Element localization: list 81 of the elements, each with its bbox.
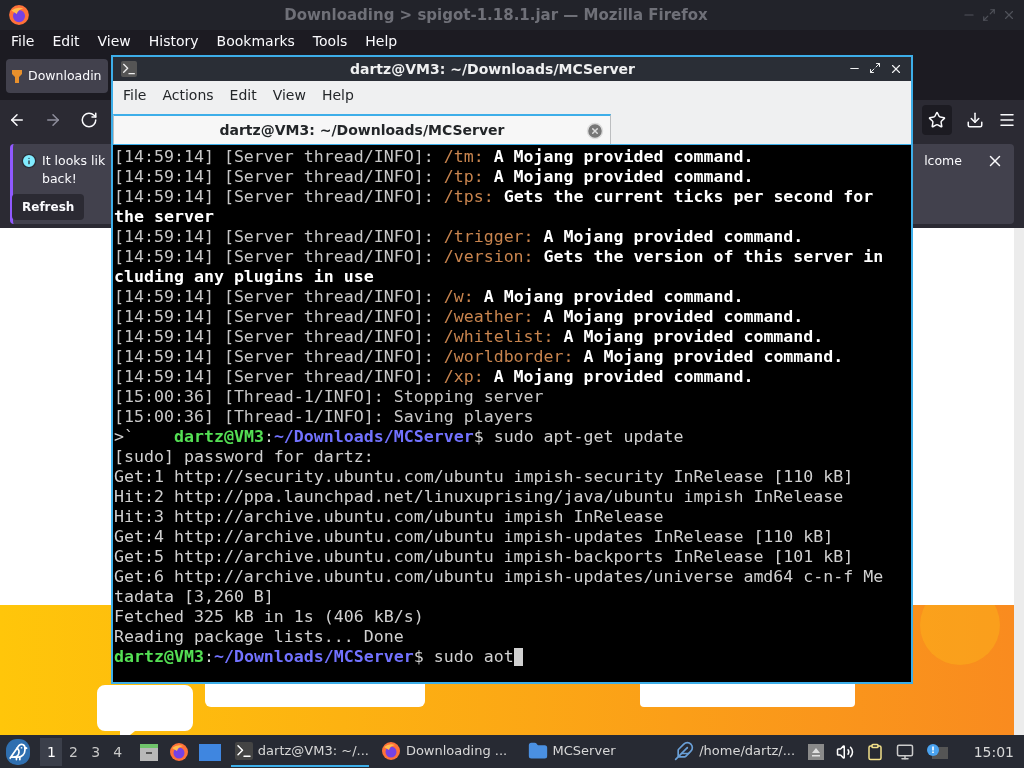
terminal-icon — [234, 741, 253, 760]
menu-item[interactable]: File — [115, 87, 155, 103]
clock: 15:01 — [973, 743, 1014, 760]
volume-icon[interactable] — [835, 742, 854, 761]
refresh-button[interactable]: Refresh — [12, 194, 85, 220]
menu-item[interactable]: Help — [356, 33, 407, 49]
terminal-line: Reading package lists... Done — [114, 627, 405, 647]
terminal-line: [14:59:14] [Server thread/INFO]: /tp: A Mojang provided command. — [114, 167, 755, 187]
notification-text: lcome — [924, 152, 962, 170]
window-icon[interactable] — [198, 741, 221, 762]
terminal-line: [14:59:14] [Server thread/INFO]: /tps: Gets the current ticks per second for — [114, 187, 875, 207]
terminal-icon — [121, 61, 137, 77]
terminal-line: dartz@VM3:~/Downloads/MCServer$ sudo aot — [114, 647, 911, 667]
terminal-line: [15:00:36] [Thread-1/INFO]: Saving players — [114, 407, 535, 427]
menu-item[interactable]: View — [88, 33, 140, 49]
terminal-line: [14:59:14] [Server thread/INFO]: /whitelist: A Mojang provided command. — [114, 327, 825, 347]
task-button[interactable]: MCServer — [523, 736, 663, 767]
terminal-line: cluding any plugins in use — [114, 267, 375, 287]
menu-item[interactable]: Actions — [154, 87, 222, 103]
terminal-line: [14:59:14] [Server thread/INFO]: /version: Gets the version of this server in — [114, 247, 885, 267]
task-button[interactable]: Downloading ... — [376, 736, 516, 767]
menu-item[interactable]: Help — [313, 87, 362, 103]
workspace-button[interactable]: 3 — [84, 737, 107, 766]
menu-item[interactable]: Bookmarks — [207, 33, 304, 49]
close-icon[interactable] — [889, 62, 903, 76]
menu-item[interactable]: Edit — [221, 87, 265, 103]
menu-item[interactable]: Tools — [303, 33, 357, 49]
terminal-line: >` dartz@VM3:~/Downloads/MCServer$ sudo apt-get update — [114, 427, 685, 447]
bookmark-button[interactable] — [922, 105, 952, 135]
terminal-line: tadata [3,260 B] — [114, 587, 275, 607]
menu-item[interactable]: Edit — [43, 33, 89, 49]
star-icon — [928, 111, 946, 129]
task-button[interactable]: dartz@VM3: ~/... — [230, 736, 369, 767]
notification-text: It looks lik — [42, 152, 106, 170]
terminal-line: Hit:3 http://archive.ubuntu.com/ubuntu impish InRelease — [114, 507, 665, 527]
terminal-line: [14:59:14] [Server thread/INFO]: /weather: A Mojang provided command. — [114, 307, 805, 327]
window-title: dartz@VM3: ~/Downloads/MCServer — [349, 61, 636, 77]
reload-icon[interactable] — [80, 111, 98, 129]
terminal-line: Fetched 325 kB in 1s (406 kB/s) — [114, 607, 425, 627]
terminal-line: [sudo] password for dartz: — [114, 447, 375, 467]
workspace-button[interactable]: 4 — [106, 737, 129, 766]
workspace-button[interactable]: 2 — [62, 737, 85, 766]
terminal-line: Get:6 http://archive.ubuntu.com/ubuntu impish-updates/universe amd64 c-n-f Me — [114, 567, 885, 587]
info-icon — [21, 153, 37, 169]
terminal-line: Get:4 http://archive.ubuntu.com/ubuntu impish-updates InRelease [110 kB] — [114, 527, 835, 547]
terminal-line: [14:59:14] [Server thread/INFO]: /tm: A Mojang provided command. — [114, 147, 755, 167]
workspace-button[interactable]: 1 — [40, 737, 63, 766]
clipboard-icon[interactable] — [865, 742, 884, 761]
back-icon[interactable] — [8, 111, 26, 129]
menu-icon[interactable] — [998, 111, 1016, 129]
terminal-line: [15:00:36] [Thread-1/INFO]: Stopping server — [114, 387, 545, 407]
terminal-line: [14:59:14] [Server thread/INFO]: /w: A Mojang provided command. — [114, 287, 745, 307]
terminal-line: Get:1 http://security.ubuntu.com/ubuntu impish-security InRelease [110 kB] — [114, 467, 855, 487]
terminal-tab[interactable]: dartz@VM3: ~/Downloads/MCServer — [113, 114, 611, 144]
terminal-line: Get:5 http://archive.ubuntu.com/ubuntu impish-backports InRelease [101 kB] — [114, 547, 855, 567]
download-icon[interactable] — [966, 111, 984, 129]
bird-icon[interactable] — [6, 738, 31, 765]
firefox-icon — [380, 740, 401, 761]
spigot-icon — [10, 68, 24, 84]
terminal-line: [14:59:14] [Server thread/INFO]: /worldborder: A Mojang provided command. — [114, 347, 845, 367]
task-button[interactable]: /home/dartz/... — [670, 736, 800, 767]
terminal-line: the server — [114, 207, 215, 227]
terminal-line: Hit:2 http://ppa.launchpad.net/linuxuprising/java/ubuntu impish InRelease — [114, 487, 845, 507]
menu-item[interactable]: File — [2, 33, 44, 49]
menu-item[interactable]: History — [139, 33, 208, 49]
eject-icon[interactable] — [807, 743, 824, 760]
firefox-icon — [168, 741, 189, 762]
browser-tab[interactable]: Downloadin — [6, 59, 108, 93]
terminal-line: [14:59:14] [Server thread/INFO]: /trigger: A Mojang provided command. — [114, 227, 805, 247]
firefox-icon — [8, 4, 30, 26]
notification-icon[interactable] — [925, 742, 948, 761]
menu-item[interactable]: View — [264, 87, 314, 103]
notification-text: back! — [42, 170, 77, 188]
file-cabinet-icon[interactable] — [138, 741, 159, 762]
scrollbar[interactable] — [1014, 228, 1024, 735]
maximize-icon[interactable] — [869, 62, 881, 74]
folder-icon — [527, 740, 548, 761]
forward-icon[interactable] — [44, 111, 62, 129]
window-title: Downloading > spigot-1.18.1.jar — Mozilla Firefox — [283, 6, 709, 24]
terminal-line: [14:59:14] [Server thread/INFO]: /xp: A Mojang provided command. — [114, 367, 755, 387]
feather-icon — [674, 740, 695, 761]
